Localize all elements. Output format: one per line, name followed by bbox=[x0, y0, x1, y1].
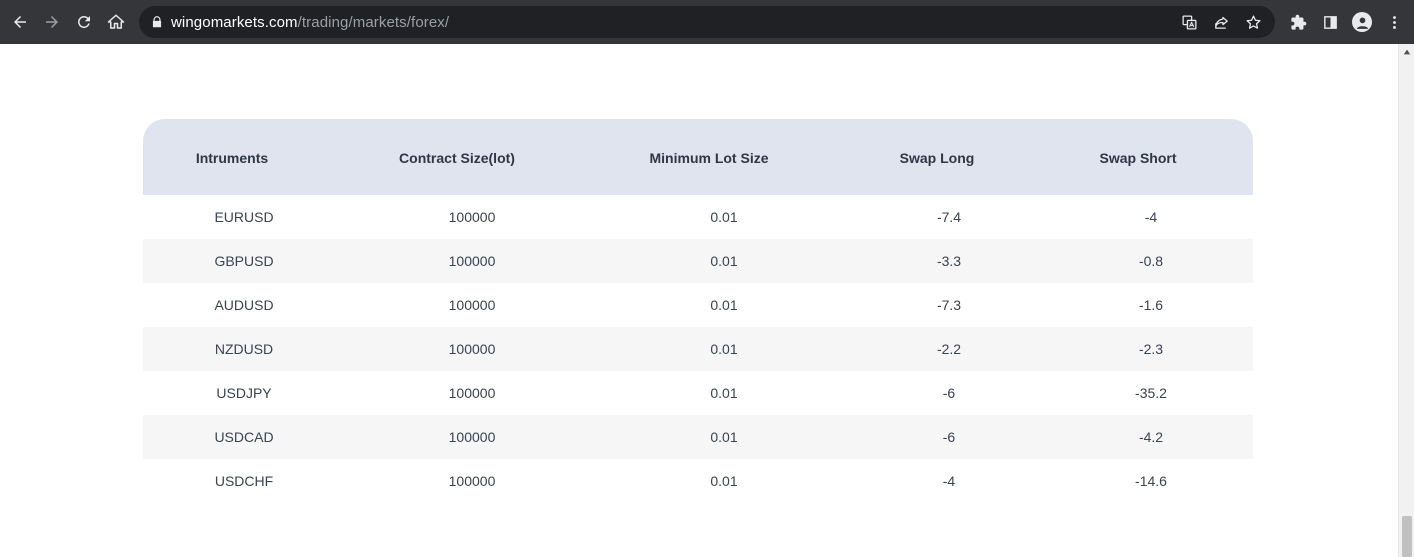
cell-contract-size: 100000 bbox=[448, 209, 496, 225]
url-host: wingomarkets.com bbox=[171, 13, 298, 31]
menu-icon bbox=[1392, 15, 1396, 29]
url-path: /trading/markets/forex/ bbox=[297, 13, 450, 31]
translate-icon bbox=[1181, 14, 1197, 30]
cell-minimum-lot-size: 0.01 bbox=[710, 297, 738, 313]
header-instruments: Intruments bbox=[195, 150, 269, 166]
header-minimum-lot-size: Minimum Lot Size bbox=[649, 150, 769, 166]
cell-swap-short: -0.8 bbox=[1138, 253, 1164, 269]
cell-minimum-lot-size: 0.01 bbox=[710, 385, 738, 401]
cell-instrument: USDJPY bbox=[216, 385, 272, 401]
header-contract-size: Contract Size(lot) bbox=[399, 150, 515, 166]
home-icon bbox=[107, 14, 125, 29]
forex-instruments-table: Intruments Contract Size(lot) Minimum Lo… bbox=[143, 119, 1253, 503]
header-swap-long: Swap Long bbox=[899, 150, 975, 166]
cell-swap-short: -35.2 bbox=[1135, 385, 1167, 401]
cell-swap-long: -6 bbox=[942, 385, 956, 401]
profile-button[interactable] bbox=[1346, 6, 1378, 38]
cell-instrument: USDCHF bbox=[214, 473, 274, 489]
table-row: USDCAD 100000 0.01 -6 -4.2 bbox=[143, 415, 1253, 459]
sidepanel-icon bbox=[1323, 15, 1337, 29]
star-icon bbox=[1245, 14, 1261, 29]
cell-instrument: GBPUSD bbox=[214, 253, 274, 269]
cell-contract-size: 100000 bbox=[448, 429, 496, 445]
table-row: USDCHF 100000 0.01 -4 -14.6 bbox=[143, 459, 1253, 503]
cell-contract-size: 100000 bbox=[448, 473, 496, 489]
cell-swap-short: -14.6 bbox=[1135, 473, 1167, 489]
cell-swap-long: -7.4 bbox=[936, 209, 962, 225]
cell-swap-long: -3.3 bbox=[936, 253, 962, 269]
forward-icon bbox=[46, 16, 58, 28]
bookmark-button[interactable] bbox=[1239, 8, 1267, 36]
cell-swap-short: -4 bbox=[1144, 209, 1158, 225]
scroll-up-arrow-icon[interactable] bbox=[1399, 44, 1414, 60]
extensions-button[interactable] bbox=[1282, 6, 1314, 38]
back-button[interactable] bbox=[4, 6, 36, 38]
cell-swap-short: -1.6 bbox=[1138, 297, 1164, 313]
lock-icon[interactable] bbox=[150, 15, 164, 29]
browser-toolbar: wingomarkets.com/trading/markets/forex/ bbox=[0, 0, 1414, 44]
cell-swap-short: -2.3 bbox=[1138, 341, 1164, 357]
reload-button[interactable] bbox=[68, 6, 100, 38]
scrollbar-thumb[interactable] bbox=[1402, 516, 1412, 557]
profile-icon bbox=[1352, 12, 1372, 32]
table-row: USDJPY 100000 0.01 -6 -35.2 bbox=[143, 371, 1253, 415]
cell-swap-long: -2.2 bbox=[936, 341, 962, 357]
side-panel-button[interactable] bbox=[1314, 6, 1346, 38]
cell-minimum-lot-size: 0.01 bbox=[710, 473, 738, 489]
extensions-icon bbox=[1290, 14, 1306, 30]
translate-button[interactable] bbox=[1175, 8, 1203, 36]
cell-contract-size: 100000 bbox=[448, 253, 496, 269]
cell-swap-short: -4.2 bbox=[1138, 429, 1164, 445]
menu-button[interactable] bbox=[1378, 6, 1410, 38]
cell-instrument: NZDUSD bbox=[214, 341, 274, 357]
cell-instrument: AUDUSD bbox=[214, 297, 274, 313]
cell-instrument: EURUSD bbox=[214, 209, 274, 225]
cell-minimum-lot-size: 0.01 bbox=[710, 429, 738, 445]
cell-swap-long: -6 bbox=[942, 429, 956, 445]
share-button[interactable] bbox=[1207, 8, 1235, 36]
cell-contract-size: 100000 bbox=[448, 385, 496, 401]
page-scrollbar[interactable] bbox=[1398, 44, 1414, 557]
header-swap-short: Swap Short bbox=[1099, 150, 1177, 166]
cell-instrument: USDCAD bbox=[214, 429, 274, 445]
cell-minimum-lot-size: 0.01 bbox=[710, 253, 738, 269]
forward-button[interactable] bbox=[36, 6, 68, 38]
back-icon bbox=[14, 16, 26, 28]
home-button[interactable] bbox=[100, 6, 132, 38]
table-row: NZDUSD 100000 0.01 -2.2 -2.3 bbox=[143, 327, 1253, 371]
url-text[interactable]: wingomarkets.com/trading/markets/forex/ bbox=[171, 14, 449, 31]
cell-minimum-lot-size: 0.01 bbox=[710, 341, 738, 357]
cell-contract-size: 100000 bbox=[448, 297, 496, 313]
share-icon bbox=[1214, 16, 1228, 29]
cell-swap-long: -4 bbox=[942, 473, 956, 489]
table-row: EURUSD 100000 0.01 -7.4 -4 bbox=[143, 195, 1253, 239]
address-bar[interactable]: wingomarkets.com/trading/markets/forex/ bbox=[139, 6, 1275, 38]
table-header: Intruments Contract Size(lot) Minimum Lo… bbox=[143, 119, 1253, 195]
cell-swap-long: -7.3 bbox=[936, 297, 962, 313]
table-row: GBPUSD 100000 0.01 -3.3 -0.8 bbox=[143, 239, 1253, 283]
cell-minimum-lot-size: 0.01 bbox=[710, 209, 738, 225]
reload-icon bbox=[77, 15, 90, 28]
cell-contract-size: 100000 bbox=[448, 341, 496, 357]
table-row: AUDUSD 100000 0.01 -7.3 -1.6 bbox=[143, 283, 1253, 327]
